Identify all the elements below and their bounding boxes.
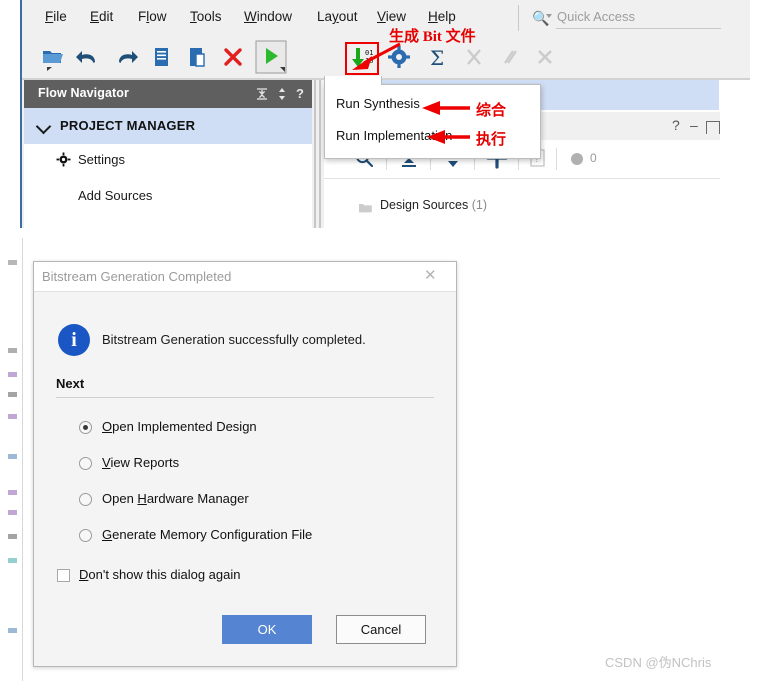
open-project-icon[interactable]: [38, 42, 68, 72]
radio-label: Open Implemented Design: [102, 419, 257, 434]
delete-icon[interactable]: [218, 42, 248, 72]
search-icon: 🔍: [532, 10, 550, 26]
quick-access-placeholder: Quick Access: [557, 9, 636, 24]
menu-item-help[interactable]: Help: [428, 9, 456, 24]
flow-navigator-title: Flow Navigator: [38, 86, 129, 100]
sidebar-item-add-sources[interactable]: Add Sources: [78, 188, 152, 203]
expand-all-icon[interactable]: [276, 87, 288, 106]
flow-navigator-section-project-manager[interactable]: PROJECT MANAGER: [24, 108, 312, 144]
highlight-box-generate-bitstream: [345, 42, 379, 75]
radio-label: Generate Memory Configuration File: [102, 527, 313, 542]
annotation-run-implementation: 执行: [476, 131, 507, 148]
panel-splitter[interactable]: [312, 80, 324, 228]
vivado-main-window: File Edit Flow Tools Window Layout View …: [20, 0, 750, 228]
menu-item-run-synthesis[interactable]: Run Synthesis: [336, 96, 420, 111]
dialog-section-divider: [56, 397, 434, 398]
ok-button[interactable]: OK: [222, 615, 312, 644]
tree-item-label: Design Sources: [380, 198, 469, 212]
status-dot-icon: [570, 152, 584, 171]
help-icon[interactable]: ?: [296, 87, 304, 101]
close-icon[interactable]: ✕: [424, 268, 437, 284]
menu-item-edit[interactable]: Edit: [90, 9, 113, 24]
minimize-icon[interactable]: –: [690, 117, 698, 133]
paste-icon[interactable]: [182, 42, 212, 72]
menu-item-file[interactable]: File: [45, 9, 67, 24]
flow-navigator-header: Flow Navigator ?: [24, 80, 312, 108]
collapse-all-icon[interactable]: [256, 87, 268, 106]
toolbar-divider: [556, 148, 557, 170]
quick-access-search[interactable]: 🔍 Quick Access: [532, 8, 722, 32]
radio-indicator: [79, 493, 92, 506]
annotation-generate-bitstream: 生成 Bit 文件: [389, 29, 476, 45]
document-margin-rule: [22, 238, 23, 681]
menu-item-view[interactable]: View: [377, 9, 406, 24]
radio-label: View Reports: [102, 455, 180, 470]
toolbar-divider: [518, 5, 519, 31]
dialog-title: Bitstream Generation Completed: [42, 269, 232, 284]
scissors-disabled-icon: [459, 42, 489, 72]
chevron-down-icon: [35, 118, 52, 135]
close-disabled-icon: [530, 42, 560, 72]
checkbox-indicator: [57, 569, 70, 582]
dialog-message: Bitstream Generation successfully comple…: [102, 332, 366, 347]
bitstream-generation-dialog: Bitstream Generation Completed ✕ i Bitst…: [33, 261, 457, 667]
radio-indicator: [79, 457, 92, 470]
main-toolbar: 01 10 Σ: [22, 36, 750, 79]
menu-item-flow[interactable]: Flow: [138, 9, 167, 24]
run-dropdown-menu: Run Synthesis Run Implementation: [324, 84, 541, 159]
tree-item-count: (1): [471, 198, 488, 212]
chevron-down-icon: [546, 14, 552, 18]
restore-icon[interactable]: [706, 121, 720, 134]
link-disabled-icon: [494, 42, 524, 72]
tree-item-design-sources[interactable]: Design Sources (1): [380, 198, 487, 212]
redo-icon[interactable]: [110, 42, 140, 72]
dialog-titlebar: Bitstream Generation Completed ✕: [34, 262, 456, 292]
checkbox-label: Don't show this dialog again: [79, 567, 241, 582]
info-icon: i: [58, 324, 90, 356]
quick-access-underline: [556, 28, 721, 29]
menu-item-run-implementation[interactable]: Run Implementation: [336, 128, 452, 143]
sidebar-item-settings[interactable]: Settings: [78, 152, 125, 167]
sigma-icon[interactable]: Σ: [422, 42, 452, 72]
status-count: 0: [590, 151, 597, 165]
menu-item-layout[interactable]: Layout: [317, 9, 358, 24]
flow-navigator-body: Settings Add Sources: [24, 144, 312, 228]
info-icon-glyph: i: [71, 329, 77, 351]
dropdown-connector: [324, 76, 382, 85]
radio-label: Open Hardware Manager: [102, 491, 249, 506]
folder-icon: [358, 201, 373, 219]
gear-icon: [56, 152, 71, 172]
menu-item-tools[interactable]: Tools: [190, 9, 222, 24]
help-icon[interactable]: ?: [672, 117, 680, 133]
radio-indicator: [79, 529, 92, 542]
cancel-button[interactable]: Cancel: [336, 615, 426, 644]
run-icon[interactable]: [254, 39, 288, 75]
svg-text:Σ: Σ: [430, 46, 444, 70]
menu-bar: File Edit Flow Tools Window Layout View …: [22, 0, 750, 36]
settings-gear-icon[interactable]: [384, 42, 414, 72]
flow-navigator-section-label: PROJECT MANAGER: [60, 118, 196, 133]
menu-item-window[interactable]: Window: [244, 9, 292, 24]
dialog-section-next: Next: [56, 376, 85, 391]
watermark: CSDN @伪NChris: [605, 655, 712, 670]
undo-icon[interactable]: [74, 42, 104, 72]
radio-indicator: [79, 421, 92, 434]
sources-tree: Design Sources (1): [324, 178, 720, 228]
copy-icon[interactable]: [146, 42, 176, 72]
annotation-run-synthesis: 综合: [476, 102, 507, 119]
